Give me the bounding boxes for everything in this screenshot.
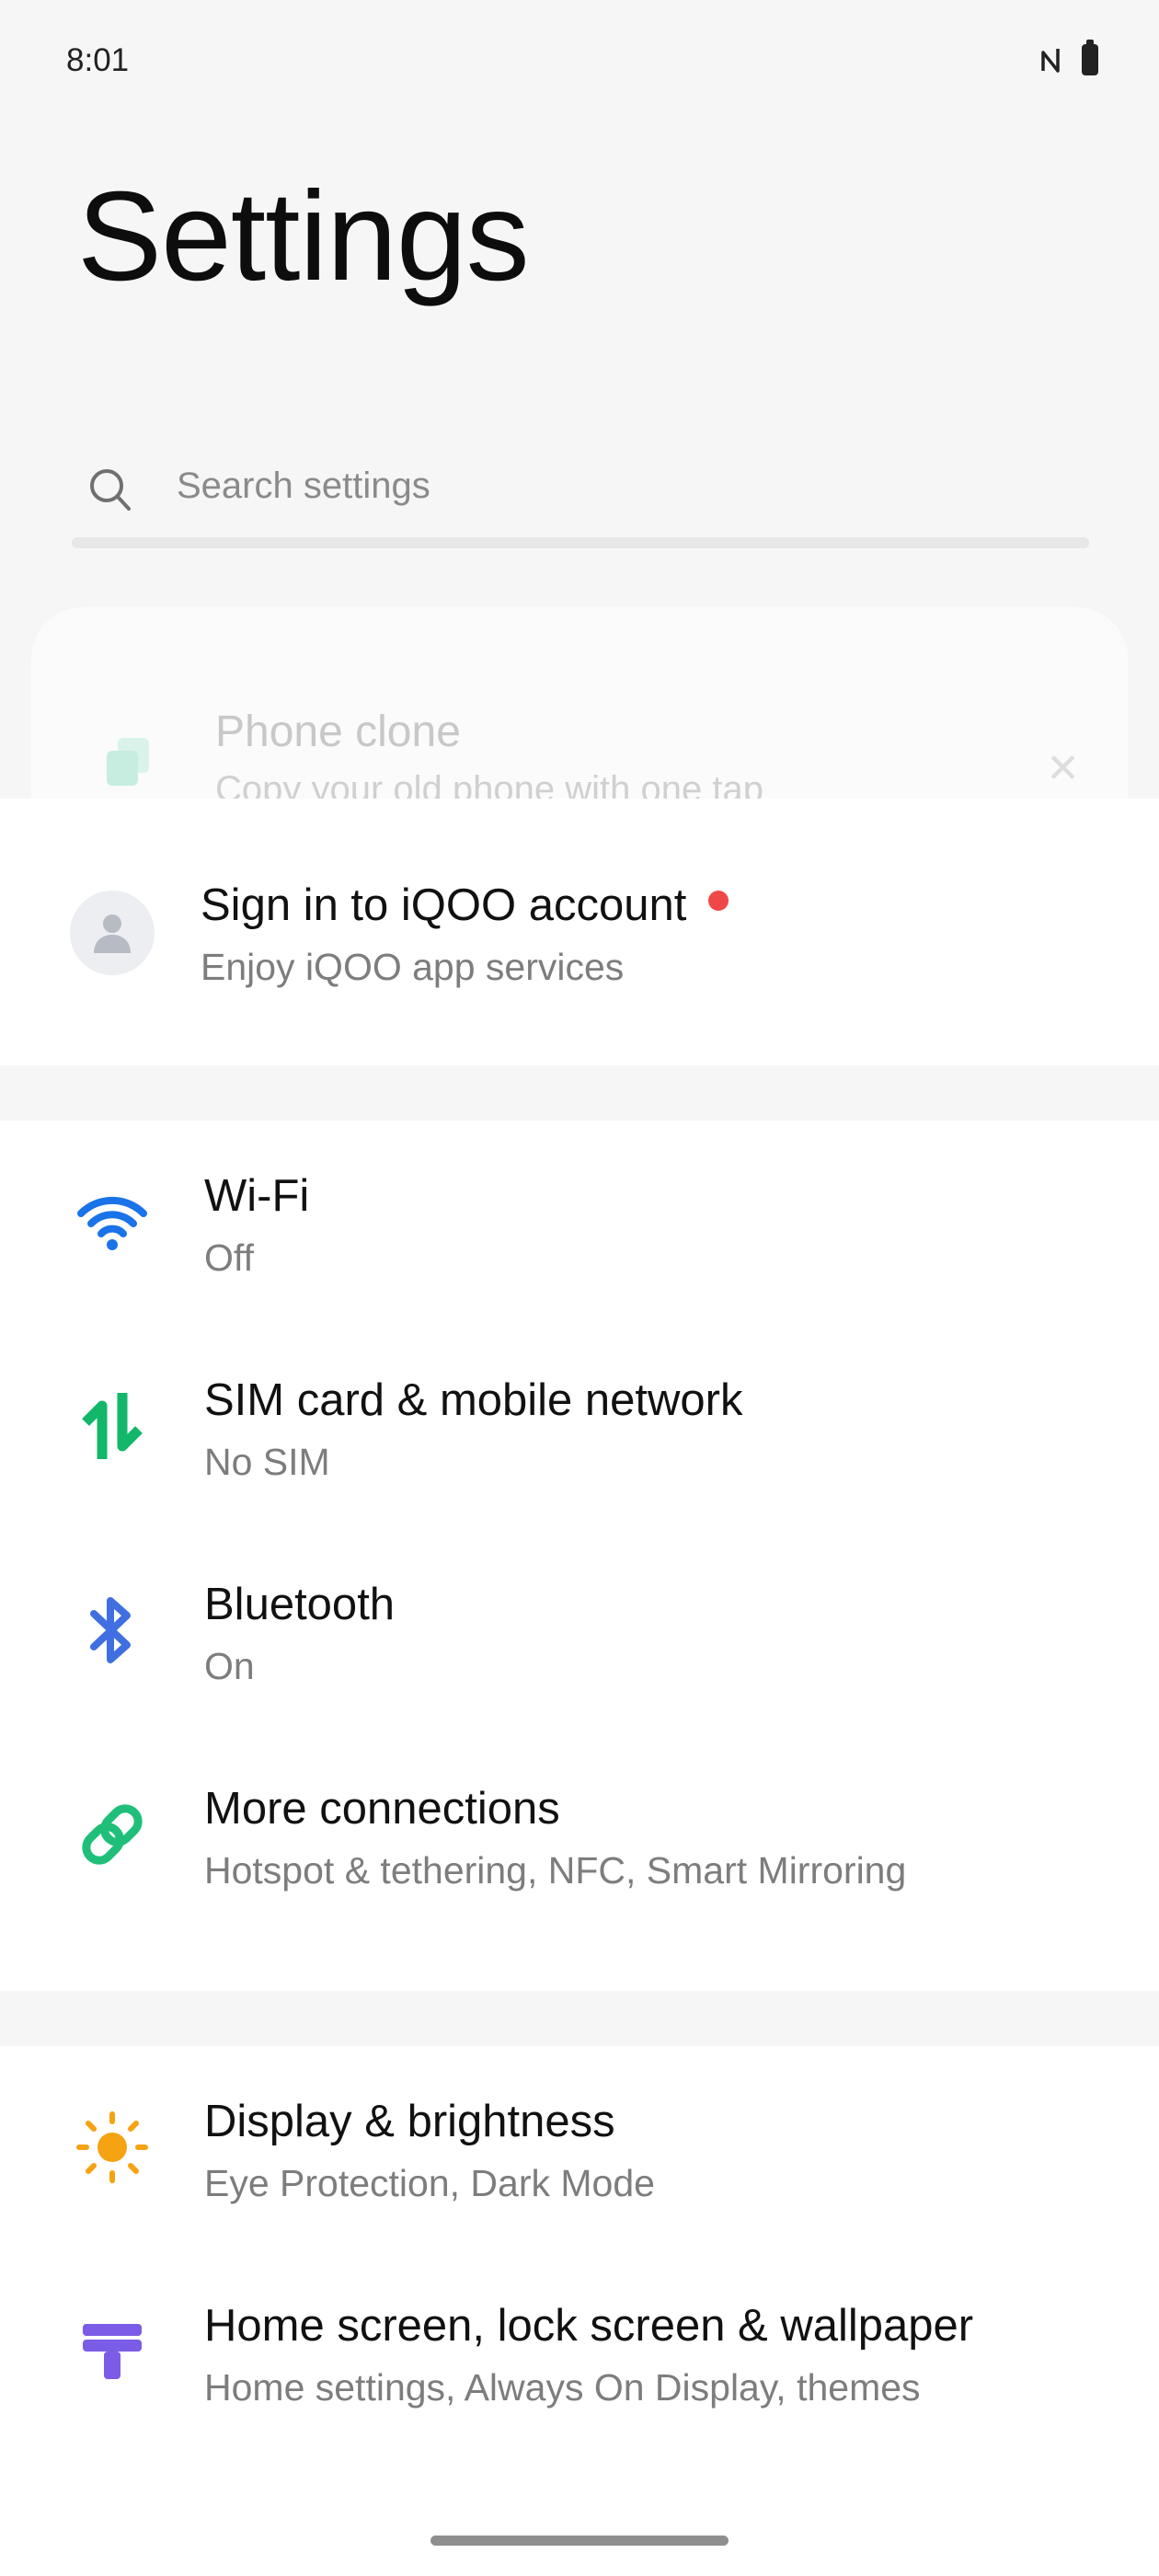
- home-screen-subtitle: Home settings, Always On Display, themes: [204, 2366, 921, 2409]
- home-screen-title: Home screen, lock screen & wallpaper: [204, 2301, 974, 2351]
- phone-clone-icon: [101, 734, 156, 794]
- status-bar: 8:01: [0, 0, 1159, 120]
- sun-icon: [75, 2110, 149, 2184]
- settings-list: Sign in to iQOO account Enjoy iQOO app s…: [0, 799, 1159, 2576]
- section-divider: [0, 1991, 1159, 2046]
- settings-item-wifi[interactable]: Wi-Fi Off: [0, 1121, 1159, 1325]
- mobile-data-icon: [75, 1389, 149, 1463]
- wifi-title: Wi-Fi: [204, 1171, 310, 1221]
- sim-title: SIM card & mobile network: [204, 1375, 743, 1425]
- account-subtitle: Enjoy iQOO app services: [201, 946, 625, 988]
- header-area: 8:01 Settings Search settings Phone clon…: [0, 0, 1159, 883]
- battery-icon: [1082, 40, 1098, 75]
- account-title-text: Sign in to iQOO account: [201, 880, 687, 930]
- wifi-status: Off: [204, 1236, 254, 1279]
- bluetooth-icon: [75, 1593, 149, 1667]
- more-connections-subtitle: Hotspot & tethering, NFC, Smart Mirrorin…: [204, 1849, 907, 1892]
- settings-item-bluetooth[interactable]: Bluetooth On: [0, 1529, 1159, 1733]
- section-divider: [0, 1065, 1159, 1121]
- display-title: Display & brightness: [204, 2097, 615, 2146]
- notification-dot: [708, 891, 729, 911]
- status-icons: [1039, 40, 1098, 75]
- settings-item-display[interactable]: Display & brightness Eye Protection, Dar…: [0, 2046, 1159, 2250]
- more-connections-title: More connections: [204, 1784, 560, 1834]
- search-bar[interactable]: Search settings: [72, 449, 1089, 550]
- settings-item-more-connections[interactable]: More connections Hotspot & tethering, NF…: [0, 1733, 1159, 1938]
- status-time: 8:01: [66, 42, 130, 78]
- bluetooth-status: On: [204, 1645, 255, 1687]
- bluetooth-title: Bluetooth: [204, 1580, 396, 1629]
- close-icon[interactable]: ✕: [1046, 745, 1080, 792]
- home-indicator[interactable]: [430, 2536, 729, 2546]
- person-icon: [94, 914, 131, 953]
- account-row[interactable]: Sign in to iQOO account Enjoy iQOO app s…: [0, 799, 1159, 1065]
- sim-status: No SIM: [204, 1441, 330, 1483]
- display-subtitle: Eye Protection, Dark Mode: [204, 2162, 655, 2204]
- brush-icon: [75, 2315, 149, 2388]
- wifi-icon: [75, 1185, 149, 1259]
- account-title: Sign in to iQOO account: [201, 880, 729, 931]
- nfc-icon: [1039, 46, 1061, 74]
- avatar: [70, 891, 155, 975]
- settings-item-home-screen[interactable]: Home screen, lock screen & wallpaper Hom…: [0, 2250, 1159, 2455]
- search-underline: [72, 537, 1089, 548]
- phone-clone-title: Phone clone: [215, 707, 461, 756]
- search-input[interactable]: Search settings: [177, 466, 430, 507]
- link-icon: [75, 1798, 149, 1871]
- settings-item-sim[interactable]: SIM card & mobile network No SIM: [0, 1325, 1159, 1529]
- page-title: Settings: [77, 166, 530, 307]
- search-icon: [88, 467, 132, 520]
